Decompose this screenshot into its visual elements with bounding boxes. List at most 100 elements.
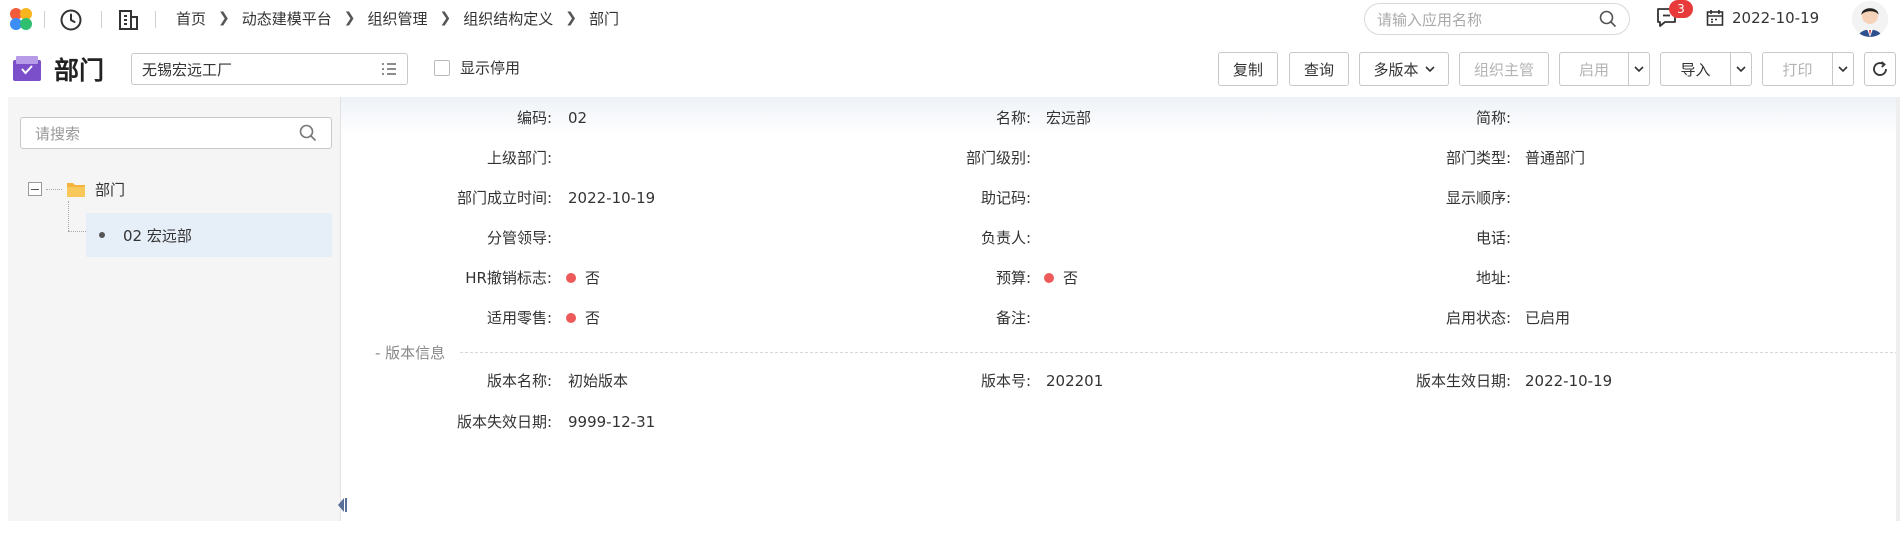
- search-icon[interactable]: [299, 124, 317, 142]
- page-title: 部门: [54, 56, 105, 85]
- status-dot-icon: [1044, 272, 1054, 283]
- enable-status-value: 已启用: [1525, 309, 1571, 327]
- chevron-down-icon: [1736, 65, 1746, 72]
- version-effective-label: 版本生效日期:: [1415, 372, 1511, 390]
- avatar[interactable]: [1852, 1, 1888, 37]
- scrollbar[interactable]: [1896, 97, 1900, 521]
- tree-connector: [46, 188, 62, 190]
- breadcrumb: 首页 ❯ 动态建模平台 ❯ 组织管理 ❯ 组织结构定义 ❯ 部门: [176, 0, 619, 36]
- import-dropdown-button[interactable]: [1730, 52, 1752, 86]
- copy-button[interactable]: 复制: [1218, 52, 1278, 86]
- message-count-badge: 3: [1669, 0, 1693, 18]
- organization-select[interactable]: 无锡宏远工厂: [131, 53, 408, 85]
- version-section-title[interactable]: - 版本信息: [375, 342, 445, 363]
- dept-type-label: 部门类型:: [1445, 149, 1511, 167]
- phone-label: 电话:: [1475, 229, 1511, 247]
- search-icon[interactable]: [1599, 10, 1617, 28]
- folder-icon: [67, 183, 85, 197]
- print-dropdown-button[interactable]: [1832, 52, 1854, 86]
- divider: [155, 11, 156, 28]
- tree-node-root[interactable]: 部门: [28, 177, 125, 201]
- current-date: 2022-10-19: [1732, 9, 1820, 27]
- user-avatar-icon: [1852, 1, 1888, 37]
- retail-text: 否: [585, 309, 601, 327]
- version-expiry-label: 版本失效日期:: [456, 413, 552, 431]
- version-expiry-value: 9999-12-31: [568, 413, 656, 431]
- multi-version-label: 多版本: [1373, 60, 1419, 79]
- bullet-icon: [99, 232, 105, 238]
- tree-node-label: 部门: [95, 180, 126, 199]
- section-divider: [460, 352, 1898, 353]
- refresh-button[interactable]: [1864, 52, 1896, 86]
- breadcrumb-item[interactable]: 动态建模平台: [242, 8, 332, 29]
- hr-revoke-value: 否: [566, 268, 600, 288]
- tree-search-placeholder: 请搜索: [35, 124, 81, 143]
- app-search-input[interactable]: 请输入应用名称: [1364, 3, 1630, 35]
- code-value: 02: [568, 109, 588, 127]
- version-name-label: 版本名称:: [486, 372, 552, 390]
- remark-label: 备注:: [995, 309, 1031, 327]
- calendar-icon: [1706, 10, 1724, 26]
- enable-dropdown-button[interactable]: [1628, 52, 1650, 86]
- retail-value: 否: [566, 308, 600, 328]
- code-label: 编码:: [516, 109, 552, 127]
- chevron-right-icon: ❯: [218, 10, 230, 26]
- title-bar: 部门 无锡宏远工厂 显示停用 复制 查询 多版本 组织主管 启用 导入 打印: [0, 45, 1900, 93]
- top-bar: 首页 ❯ 动态建模平台 ❯ 组织管理 ❯ 组织结构定义 ❯ 部门 请输入应用名称…: [0, 0, 1900, 37]
- dept-type-value: 普通部门: [1525, 149, 1586, 167]
- import-button[interactable]: 导入: [1660, 52, 1731, 86]
- chevron-down-icon: [1634, 65, 1644, 72]
- show-disabled-label: 显示停用: [460, 59, 521, 77]
- tree-connector: [68, 201, 69, 231]
- version-name-value: 初始版本: [568, 372, 629, 390]
- short-name-label: 简称:: [1475, 109, 1511, 127]
- hr-revoke-label: HR撤销标志:: [465, 269, 552, 287]
- multi-version-button[interactable]: 多版本: [1359, 52, 1449, 86]
- established-date-value: 2022-10-19: [568, 189, 656, 207]
- app-logo-icon[interactable]: [8, 6, 34, 32]
- organization-select-value: 无锡宏远工厂: [142, 60, 233, 79]
- version-number-value: 202201: [1046, 372, 1104, 390]
- parent-dept-label: 上级部门:: [486, 149, 552, 167]
- collapse-icon[interactable]: [28, 182, 42, 196]
- dept-level-label: 部门级别:: [965, 149, 1031, 167]
- show-disabled-checkbox[interactable]: [434, 60, 450, 76]
- budget-value: 否: [1044, 268, 1078, 288]
- panel-collapse-icon[interactable]: [336, 497, 348, 513]
- chevron-right-icon: ❯: [439, 10, 452, 26]
- divider: [101, 11, 102, 28]
- budget-label: 预算:: [995, 269, 1031, 287]
- refresh-icon: [1873, 61, 1887, 76]
- tree-search-input[interactable]: 请搜索: [20, 117, 332, 149]
- chevron-right-icon: ❯: [343, 10, 356, 26]
- query-button[interactable]: 查询: [1289, 52, 1349, 86]
- date-display[interactable]: 2022-10-19: [1706, 0, 1819, 36]
- tree-node-selected[interactable]: 02 宏远部: [86, 213, 332, 257]
- chevron-down-icon: [1838, 65, 1848, 72]
- retail-label: 适用零售:: [486, 309, 552, 327]
- search-placeholder: 请输入应用名称: [1377, 10, 1483, 29]
- budget-text: 否: [1063, 269, 1079, 287]
- org-manager-button[interactable]: 组织主管: [1459, 52, 1549, 86]
- manager-label: 负责人:: [980, 229, 1031, 247]
- building-icon[interactable]: [117, 8, 141, 32]
- breadcrumb-item[interactable]: 首页: [176, 8, 206, 29]
- version-number-label: 版本号:: [980, 372, 1031, 390]
- status-dot-icon: [566, 312, 576, 323]
- enable-status-label: 启用状态:: [1445, 309, 1511, 327]
- chevron-right-icon: ❯: [565, 10, 577, 26]
- tree-panel: 请搜索 部门 02 宏远部: [8, 97, 347, 521]
- breadcrumb-item[interactable]: 组织结构定义: [463, 8, 553, 29]
- hr-revoke-text: 否: [585, 269, 601, 287]
- print-button[interactable]: 打印: [1762, 52, 1833, 86]
- breadcrumb-item[interactable]: 组织管理: [368, 8, 428, 29]
- enable-button[interactable]: 启用: [1559, 52, 1629, 86]
- name-value: 宏远部: [1046, 109, 1092, 127]
- list-icon[interactable]: [381, 62, 397, 76]
- divider: [44, 11, 45, 28]
- chevron-down-icon: [1424, 65, 1435, 72]
- name-label: 名称:: [995, 109, 1031, 127]
- version-effective-value: 2022-10-19: [1525, 372, 1613, 390]
- mnemonic-label: 助记码:: [980, 189, 1031, 207]
- history-clock-icon[interactable]: [59, 8, 83, 32]
